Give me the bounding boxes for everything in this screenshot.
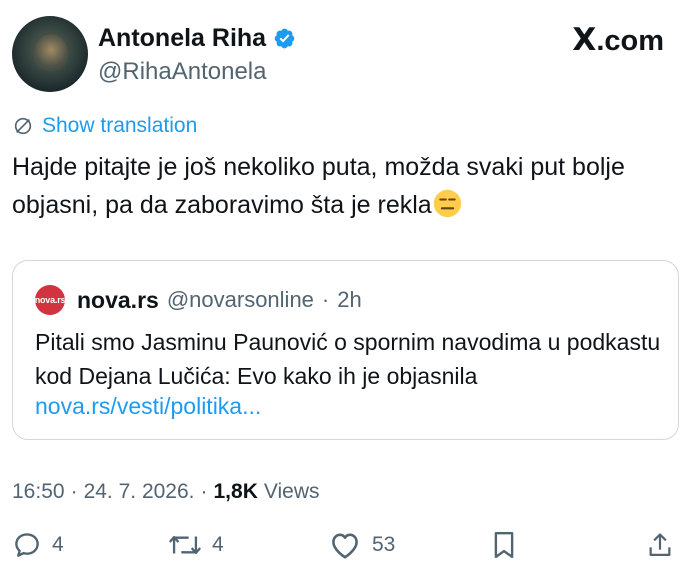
quoted-tweet-card[interactable]: nova.rs nova.rs @novarsonline · 2h Pital… [12,260,679,440]
repost-button[interactable]: 4 [168,530,224,560]
tweet-screenshot: Antonela Riha @RihaAntonela X .com Show … [0,0,688,570]
like-count: 53 [372,533,396,556]
tweet-actions: 4 4 53 [12,530,676,566]
tweet-body: Hajde pitajte je još nekoliko puta, možd… [12,153,625,219]
tweet-text: Hajde pitajte je još nekoliko puta, možd… [12,148,662,224]
quote-text: Pitali smo Jasminu Paunović o spornim na… [35,329,661,389]
tweet-time[interactable]: 16:50 [12,480,65,504]
like-icon [332,533,358,559]
views-count[interactable]: 1,8K [214,480,258,504]
author-handle[interactable]: @RihaAntonela [98,58,266,86]
quote-author-handle[interactable]: @novarsonline [167,287,314,313]
meta-separator: · [70,480,78,503]
show-translation-button[interactable]: Show translation [12,114,197,138]
author-display-name[interactable]: Antonela Riha [98,24,266,53]
bookmark-icon [494,531,514,559]
bookmark-button[interactable] [490,530,518,560]
share-icon [649,533,671,557]
share-button[interactable] [646,530,674,560]
meta-separator: · [200,480,208,503]
repost-icon [168,535,202,555]
quote-author-name[interactable]: nova.rs [77,287,159,314]
x-logo: X .com [572,22,664,58]
tweet-meta: 16:50 · 24. 7. 2026. · 1,8K Views [12,480,320,504]
reply-count: 4 [52,533,64,556]
quote-link[interactable]: nova.rs/vesti/politika... [35,393,261,420]
neutral-face-emoji [433,189,461,218]
quote-separator: · [321,287,330,312]
translate-globe-icon [14,117,32,135]
avatar[interactable] [12,16,88,92]
show-translation-label: Show translation [42,114,198,137]
reply-button[interactable]: 4 [12,530,64,560]
tweet-date[interactable]: 24. 7. 2026. [84,480,195,504]
x-logo-suffix: .com [596,25,664,57]
x-logo-mark: X [572,22,597,58]
like-button[interactable]: 53 [328,530,395,560]
views-label: Views [263,480,320,503]
quote-timestamp[interactable]: 2h [337,287,361,313]
reply-icon [15,533,39,557]
repost-count: 4 [212,533,224,556]
author-name-row: Antonela Riha [98,24,296,53]
quote-header: nova.rs nova.rs @novarsonline · 2h [35,285,362,315]
nova-rs-avatar[interactable]: nova.rs [35,285,66,315]
verified-badge-icon [274,28,295,49]
